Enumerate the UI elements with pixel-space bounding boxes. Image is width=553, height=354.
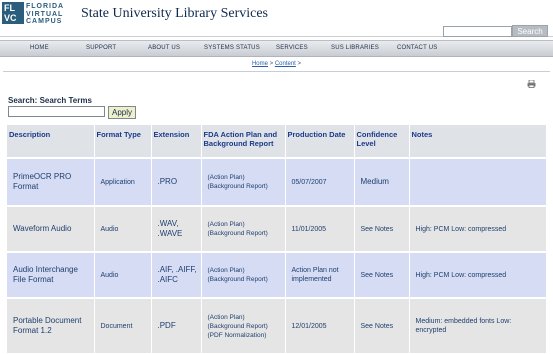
cell-confidence: See Notes — [354, 297, 410, 353]
cell-confidence: Medium — [354, 157, 410, 206]
divider — [3, 71, 550, 72]
search-terms-label: Search: Search Terms — [8, 96, 92, 105]
cell-extension: .WAV, .WAVE — [151, 205, 202, 252]
cell-production-date: Action Plan not implemented — [285, 251, 355, 298]
logo-wordmark: FLORIDA VIRTUAL CAMPUS — [26, 3, 64, 26]
flvc-logo[interactable]: FL VC FLORIDA VIRTUAL CAMPUS — [2, 2, 82, 26]
cell-format-type: Audio — [94, 251, 152, 298]
logo-mark: FL VC — [2, 2, 24, 24]
logo-line-1: FL — [4, 3, 15, 13]
cell-notes: High: PCM Low: compressed — [409, 251, 547, 298]
cell-notes: High: PCM Low: compressed — [409, 205, 547, 252]
formats-table: Description Format Type Extension FDA Ac… — [7, 125, 547, 353]
logo-line-2: VC — [4, 13, 17, 23]
cell-extension: .PDF — [151, 297, 202, 353]
table-header-row: Description Format Type Extension FDA Ac… — [7, 125, 547, 158]
nav-systems-status[interactable]: SYSTEMS STATUS — [204, 45, 260, 51]
nav-contact-us[interactable]: CONTACT US — [397, 45, 437, 51]
apply-button[interactable]: Apply — [108, 106, 136, 119]
background-report-link[interactable]: (Background Report) — [208, 322, 283, 331]
cell-description: PrimeOCR PRO Format — [7, 157, 95, 206]
cell-confidence: See Notes — [354, 205, 410, 252]
nav-home[interactable]: HOME — [30, 45, 49, 51]
breadcrumb-content-link[interactable]: Content — [275, 61, 296, 67]
cell-format-type: Document — [94, 297, 152, 353]
cell-production-date: 11/01/2005 — [285, 205, 355, 252]
breadcrumb-home-link[interactable]: Home — [252, 61, 268, 67]
table-row: Audio Interchange File Format Audio .AIF… — [7, 251, 547, 298]
nav-services[interactable]: SERVICES — [276, 45, 308, 51]
cell-fda: (Action Plan) (Background Report) (PDF N… — [201, 297, 286, 353]
printer-icon[interactable] — [527, 80, 536, 88]
cell-description: Portable Document Format 1.2 — [7, 297, 95, 353]
breadcrumb: Home > Content > — [0, 61, 553, 67]
action-plan-link[interactable]: (Action Plan) — [208, 266, 283, 275]
column-header-confidence[interactable]: Confidence Level — [354, 125, 410, 158]
table-row: Portable Document Format 1.2 Document .P… — [7, 297, 547, 353]
site-title: State University Library Services — [81, 6, 269, 21]
cell-description: Audio Interchange File Format — [7, 251, 95, 298]
cell-fda: (Action Plan) (Background Report) — [201, 157, 286, 206]
cell-confidence: See Notes — [354, 251, 410, 298]
action-plan-link[interactable]: (Action Plan) — [208, 220, 283, 229]
action-plan-link[interactable]: (Action Plan) — [208, 173, 283, 182]
cell-notes — [409, 157, 547, 206]
cell-extension: .AIF, .AIFF, .AIFC — [151, 251, 202, 298]
breadcrumb-separator: > — [295, 61, 302, 67]
column-header-description[interactable]: Description — [7, 125, 95, 158]
nav-about-us[interactable]: ABOUT US — [148, 45, 180, 51]
logo-word-3: CAMPUS — [26, 18, 63, 25]
cell-format-type: Application — [94, 157, 152, 206]
background-report-link[interactable]: (Background Report) — [208, 275, 283, 284]
pdf-normalization-link[interactable]: (PDF Normalization) — [208, 331, 283, 340]
main-nav: HOME SUPPORT ABOUT US SYSTEMS STATUS SER… — [0, 40, 553, 57]
action-plan-link[interactable]: (Action Plan) — [208, 313, 283, 322]
site-header: FL VC FLORIDA VIRTUAL CAMPUS State Unive… — [0, 0, 553, 37]
cell-production-date: 12/01/2005 — [285, 297, 355, 353]
cell-format-type: Audio — [94, 205, 152, 252]
cell-description: Waveform Audio — [7, 205, 95, 252]
column-header-format-type[interactable]: Format Type — [94, 125, 152, 158]
logo-word-2: VIRTUAL — [26, 10, 64, 18]
background-report-link[interactable]: (Background Report) — [208, 182, 283, 191]
background-report-link[interactable]: (Background Report) — [208, 229, 283, 238]
breadcrumb-separator: > — [267, 61, 275, 67]
nav-sus-libraries[interactable]: SUS LIBRARIES — [331, 45, 379, 51]
cell-fda: (Action Plan) (Background Report) — [201, 205, 286, 252]
logo-word-1: FLORIDA — [26, 3, 65, 10]
search-terms-input[interactable] — [8, 106, 105, 117]
cell-extension: .PRO — [151, 157, 202, 206]
site-search-button[interactable]: Search — [512, 25, 548, 37]
table-row: Waveform Audio Audio .WAV, .WAVE (Action… — [7, 205, 547, 252]
column-header-notes[interactable]: Notes — [409, 125, 547, 158]
table-row: PrimeOCR PRO Format Application .PRO (Ac… — [7, 157, 547, 206]
column-header-production-date[interactable]: Production Date — [285, 125, 355, 158]
nav-support[interactable]: SUPPORT — [86, 45, 116, 51]
cell-notes: Medium: embedded fonts Low: encrypted — [409, 297, 547, 353]
site-search-input[interactable] — [443, 26, 512, 37]
column-header-fda[interactable]: FDA Action Plan and Background Report — [201, 125, 286, 158]
column-header-extension[interactable]: Extension — [151, 125, 202, 158]
cell-production-date: 05/07/2007 — [285, 157, 355, 206]
cell-fda: (Action Plan) (Background Report) — [201, 251, 286, 298]
